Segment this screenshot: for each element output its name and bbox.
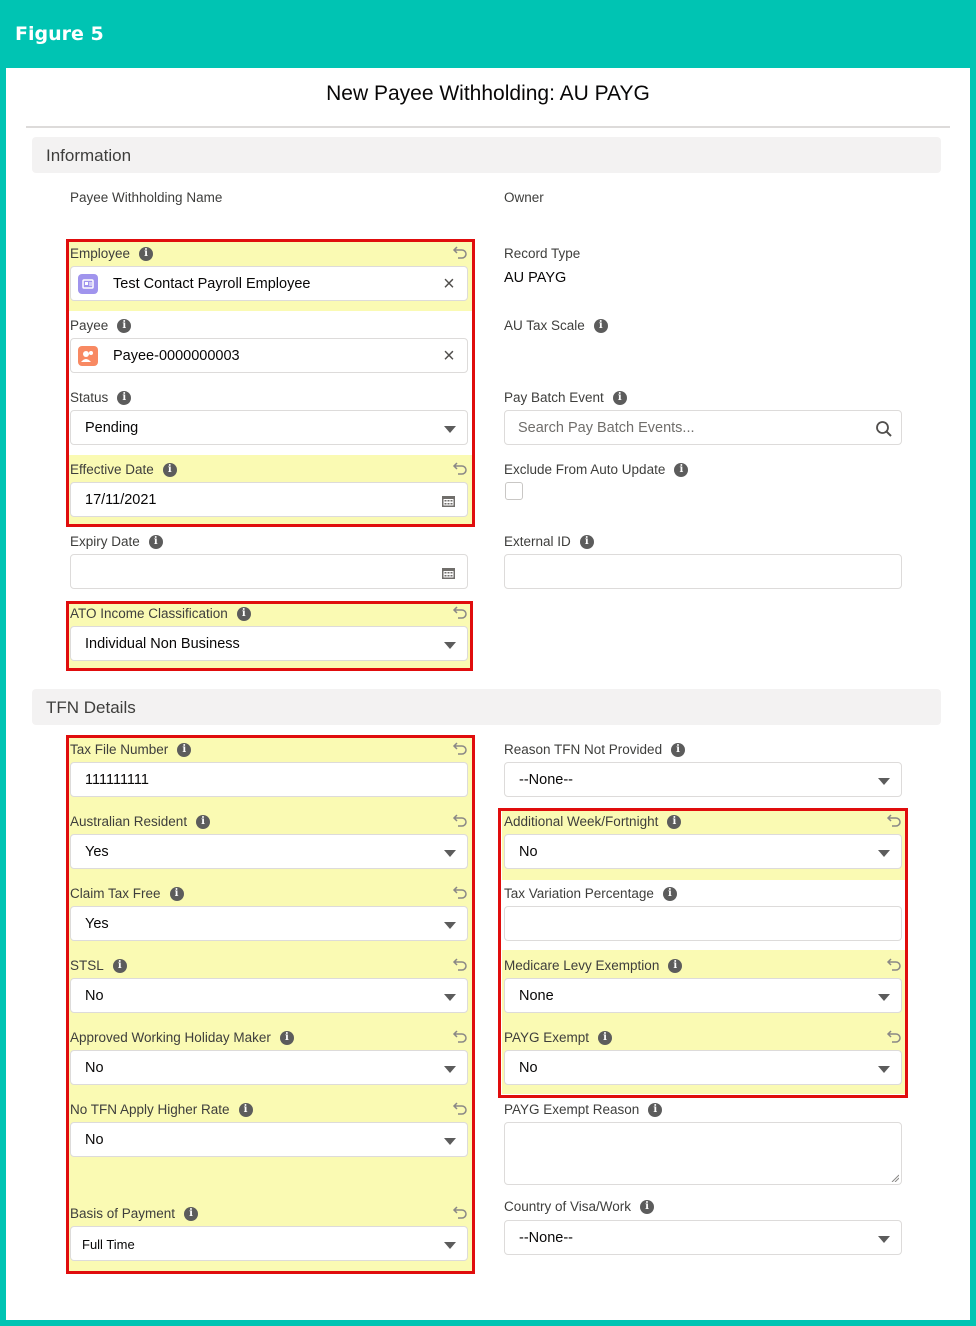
pay-batch-event-placeholder: Search Pay Batch Events...	[518, 420, 695, 436]
expiry-date-input[interactable]	[70, 554, 468, 589]
section-tfn-details[interactable]: TFN Details	[32, 689, 941, 725]
title-divider	[26, 126, 950, 128]
info-icon[interactable]: i	[579, 534, 594, 549]
owner-label: Owner	[504, 190, 544, 205]
country-of-visa-label: Country of Visa/Work i	[504, 1199, 655, 1214]
info-icon[interactable]: i	[671, 742, 686, 757]
search-icon[interactable]	[875, 420, 893, 438]
chevron-down-icon	[878, 1236, 890, 1243]
reason-tfn-label: Reason TFN Not Provided i	[504, 742, 686, 757]
highlight-box-employee-group	[66, 239, 475, 527]
info-icon[interactable]: i	[148, 534, 163, 549]
pay-batch-event-search[interactable]: Search Pay Batch Events...	[504, 410, 902, 445]
highlight-box-tfn-right	[498, 808, 908, 1098]
highlight-box-tfn-left	[66, 735, 475, 1274]
external-id-input[interactable]	[504, 554, 902, 589]
info-icon[interactable]: i	[640, 1199, 655, 1214]
figure-title: Figure 5	[15, 23, 104, 45]
expiry-date-label: Expiry Date i	[70, 534, 163, 549]
modal-title: New Payee Withholding: AU PAYG	[326, 82, 650, 105]
payg-exempt-reason-textarea[interactable]	[504, 1122, 902, 1185]
reason-tfn-select[interactable]: --None--	[504, 762, 902, 797]
exclude-auto-update-checkbox[interactable]	[505, 482, 523, 500]
figure-header: Figure 5	[0, 0, 976, 68]
chevron-down-icon	[878, 778, 890, 785]
info-icon[interactable]: i	[593, 318, 608, 333]
record-type-value: AU PAYG	[504, 270, 567, 286]
payg-exempt-reason-label: PAYG Exempt Reason i	[504, 1102, 663, 1117]
calendar-icon[interactable]	[442, 567, 455, 579]
payee-withholding-name-label: Payee Withholding Name	[70, 190, 223, 205]
highlight-box-ato-classification	[66, 601, 473, 671]
info-icon[interactable]: i	[612, 390, 627, 405]
reason-tfn-value: --None--	[519, 772, 573, 788]
resize-handle-icon[interactable]	[891, 1174, 899, 1182]
section-information[interactable]: Information	[32, 137, 941, 173]
country-of-visa-select[interactable]: --None--	[504, 1220, 902, 1255]
au-tax-scale-label: AU Tax Scale i	[504, 318, 608, 333]
record-type-label: Record Type	[504, 246, 581, 261]
external-id-label: External ID i	[504, 534, 594, 549]
section-tfn-title: TFN Details	[46, 698, 136, 717]
country-of-visa-value: --None--	[519, 1230, 573, 1246]
info-icon[interactable]: i	[674, 462, 689, 477]
section-information-title: Information	[46, 146, 132, 165]
pay-batch-event-label: Pay Batch Event i	[504, 390, 627, 405]
info-icon[interactable]: i	[648, 1102, 663, 1117]
exclude-auto-update-label: Exclude From Auto Update i	[504, 462, 689, 477]
